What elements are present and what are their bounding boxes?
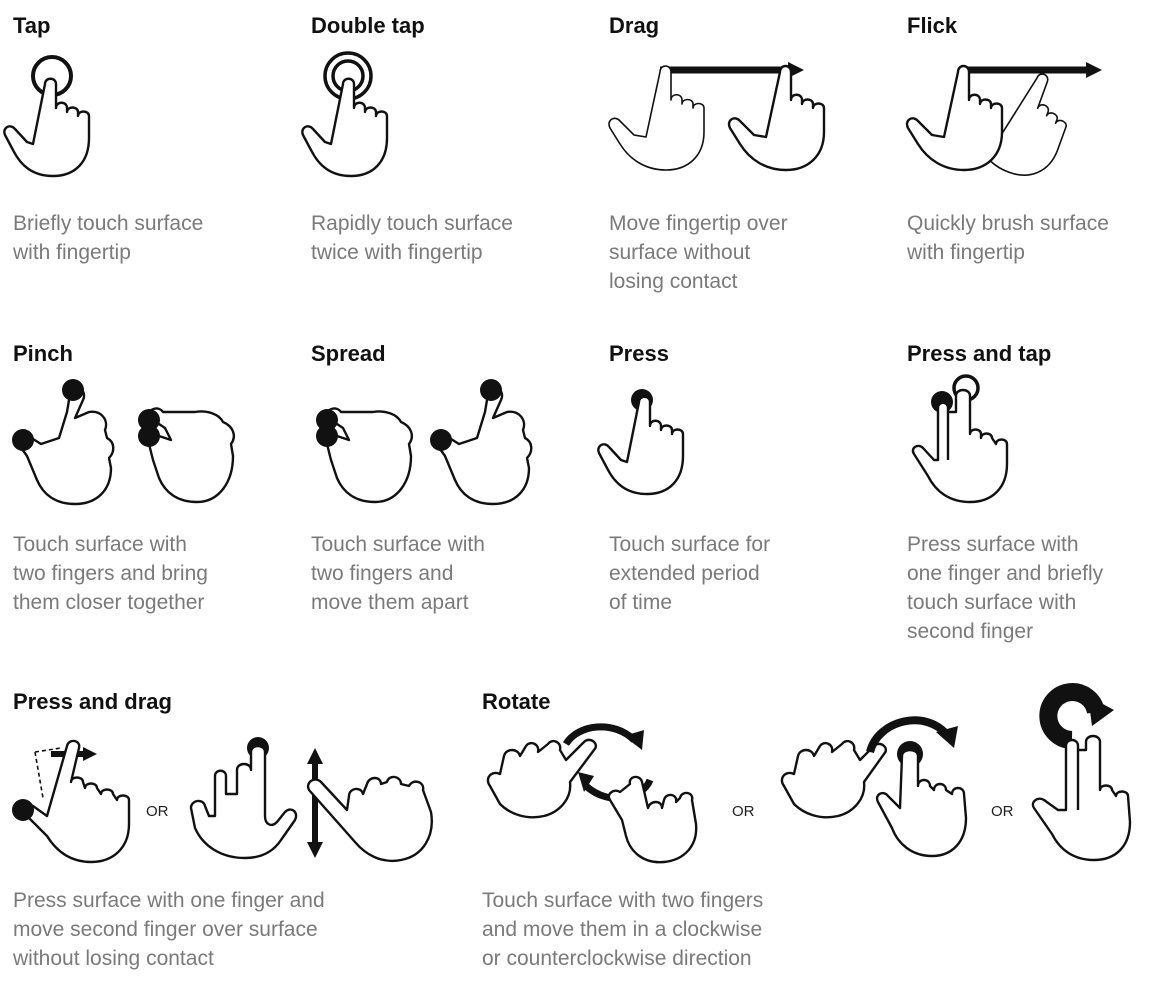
description-line: them closer together [13,591,205,614]
tap-hand-icon [3,55,91,178]
gesture-description: Touch surface with two fingers and bring t… [13,530,208,617]
gesture-description: Briefly touch surface with fingertip [13,209,203,267]
description-line: Press surface with [907,533,1079,556]
description-line: twice with fingertip [311,241,483,264]
description-line: move second finger over surface [13,918,318,941]
rotate-hands-icon: OR OR [486,683,1132,864]
double-tap-hand-icon [301,51,389,178]
description-line: two fingers and bring [13,562,208,585]
gesture-description: Touch surface with two fingers and move th… [311,530,485,617]
description-line: of time [609,591,673,614]
press-and-tap-hand-icon [911,374,1009,504]
gesture-description: Rapidly touch surface twice with fingerti… [311,209,513,267]
gesture-title: Spread [311,341,386,366]
or-label: OR [732,803,755,820]
description-line: second finger [907,620,1034,643]
pinch-hands-icon [12,379,235,506]
description-line: move them apart [311,591,469,614]
description-line: losing contact [609,270,738,293]
description-line: Touch surface with [311,533,485,556]
gesture-title: Press [609,341,669,366]
description-line: extended period [609,562,760,585]
gesture-description: Touch surface with two fingers and move t… [482,886,763,973]
gesture-description: Press surface with one finger and move se… [13,886,325,973]
gesture-title: Tap [13,13,51,38]
gesture-title: Flick [907,13,958,38]
description-line: Move fingertip over [609,212,788,235]
gesture-title: Double tap [311,13,425,38]
description-line: and move them in a clockwise [482,918,763,941]
description-line: Press surface with one finger and [13,889,325,912]
description-line: Rapidly touch surface [311,212,513,235]
gesture-description: Quickly brush surface with fingertip [907,209,1109,267]
gesture-title: Drag [609,13,660,38]
gesture-description: Touch surface for extended period of time [609,530,770,617]
description-line: Touch surface for [609,533,771,556]
description-line: Quickly brush surface [907,212,1109,235]
description-line: with fingertip [13,241,131,264]
or-label: OR [146,803,169,820]
gesture-title: Press and drag [13,689,172,714]
description-line: two fingers and [311,562,454,585]
drag-hands-icon [608,62,826,172]
gesture-title: Pinch [13,341,73,366]
or-label: OR [991,803,1014,820]
description-line: touch surface with [907,591,1077,614]
description-line: with fingertip [907,241,1025,264]
description-line: Touch surface with two fingers [482,889,764,912]
description-line: Briefly touch surface [13,212,204,235]
press-hand-icon [597,389,685,496]
gesture-description: Press surface with one finger and briefly… [907,530,1103,646]
gesture-description: Move fingertip over surface without losing… [609,209,788,296]
description-line: Touch surface with [13,533,187,556]
press-and-drag-hands-icon: OR [12,737,433,864]
gesture-title: Press and tap [907,341,1052,366]
description-line: one finger and briefly [907,562,1104,585]
description-line: or counterclockwise direction [482,947,752,970]
flick-hands-icon [905,62,1102,176]
description-line: surface without [609,241,751,264]
spread-hands-icon [316,379,533,506]
description-line: without losing contact [13,947,214,970]
